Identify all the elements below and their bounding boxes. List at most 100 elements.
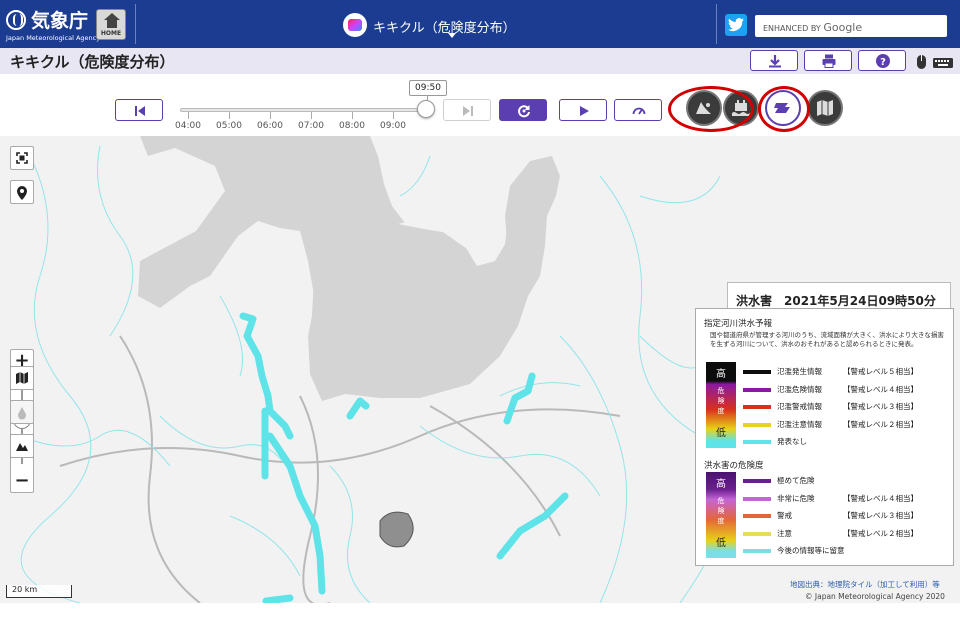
play-button[interactable] (559, 99, 607, 121)
home-label: HOME (100, 30, 122, 37)
legend-panel: 指定河川洪水予報 国や都道府県が管理する河川のうち、流域面積が大きく、洪水により… (695, 308, 954, 566)
base-map-button[interactable] (10, 366, 34, 390)
mountain-icon (16, 443, 28, 451)
time-tick-label: 08:00 (339, 121, 365, 131)
header-divider (135, 4, 136, 44)
legend-label: 氾濫注意情報 (777, 419, 822, 429)
legend-level: 【警戒レベル２相当】 (843, 419, 918, 429)
time-tick-label: 09:00 (380, 121, 406, 131)
print-button[interactable] (804, 50, 852, 71)
legend-label: 注意 (777, 528, 792, 538)
chevron-down-icon (448, 33, 456, 38)
jump-to-start-button[interactable] (115, 99, 163, 121)
legend-level: 【警戒レベル４相当】 (843, 493, 918, 503)
google-logo: Google (823, 21, 863, 34)
time-tick (352, 112, 353, 119)
legend-section1-mid: 危険度 (717, 387, 725, 415)
mouse-keyboard-icon (917, 55, 953, 69)
jma-logo[interactable]: 気象庁 Japan Meteorological Agency (6, 6, 100, 44)
speed-button[interactable] (614, 99, 662, 121)
zoom-out-button[interactable]: − (11, 470, 33, 492)
legend-section2-low: 低 (716, 538, 726, 549)
legend-label: 氾濫発生情報 (777, 367, 822, 376)
play-icon (580, 106, 589, 116)
legend-section2-gradient: 高 危険度 低 (706, 472, 736, 558)
refresh-latest-button[interactable] (499, 99, 547, 121)
svg-text:?: ? (880, 57, 886, 68)
header-divider (716, 4, 717, 44)
google-search-input[interactable]: ENHANCED BY Google (755, 15, 947, 37)
legend-section1-high: 高 (716, 369, 726, 380)
legend-swatch (743, 549, 771, 553)
copyright-text: © Japan Meteorological Agency 2020 (805, 592, 945, 601)
fullscreen-button[interactable] (10, 146, 34, 170)
precipitation-button[interactable] (10, 400, 34, 424)
home-button[interactable]: HOME (96, 9, 126, 40)
input-mode-toggle[interactable] (916, 54, 956, 70)
jma-emblem-icon (6, 10, 26, 30)
legend-swatch (743, 496, 771, 501)
app-root: { "header": { "brand_ja": "気象庁", "brand_… (0, 0, 960, 618)
legend-label: 警戒 (777, 511, 792, 520)
footer-strip (0, 603, 960, 618)
legend-swatch (743, 479, 771, 483)
time-tick-label: 05:00 (216, 121, 242, 131)
legend-label: 極めて危険 (777, 476, 815, 485)
lake (379, 511, 414, 548)
time-tick-label: 06:00 (257, 121, 283, 131)
time-tick (270, 112, 271, 119)
brand-name-ja: 気象庁 (31, 10, 89, 32)
kikikuru-icon (343, 13, 367, 37)
fullscreen-icon (16, 152, 28, 164)
legend-level: 【警戒レベル２相当】 (843, 528, 918, 538)
legend-level: 【警戒レベル３相当】 (843, 402, 918, 411)
map-layer-button[interactable] (807, 90, 843, 126)
legend-section1-low: 低 (716, 428, 726, 439)
search-prefix: ENHANCED BY (763, 24, 821, 33)
top-header: 気象庁 Japan Meteorological Agency HOME キキク… (0, 0, 960, 48)
terrain-button[interactable] (10, 434, 34, 458)
location-pin-icon (17, 186, 27, 200)
download-icon (769, 55, 781, 68)
legend-swatch (743, 440, 771, 444)
download-button[interactable] (750, 50, 798, 71)
skip-forward-icon (463, 106, 473, 116)
legend-section1-title: 指定河川洪水予報 (704, 319, 773, 329)
water-drop-icon (18, 407, 26, 420)
help-button[interactable]: ? (858, 50, 906, 71)
legend-label: 発表なし (777, 437, 807, 446)
legend-section1-gradient: 高 危険度 低 (706, 362, 736, 448)
attribution-link[interactable]: 地図出典：地理院タイル（加工して利用）等 (790, 579, 940, 590)
page-title: キキクル（危険度分布） (10, 53, 175, 71)
time-tick (229, 112, 230, 119)
legend-swatch (743, 405, 771, 409)
legend-label: 氾濫危険情報 (777, 384, 822, 394)
jump-to-end-button[interactable] (443, 99, 491, 121)
highlight-ring-flood (758, 86, 810, 132)
legend-swatch (743, 514, 771, 518)
legend-level: 【警戒レベル５相当】 (843, 367, 918, 376)
highlight-ring-landslide-inundation (668, 86, 754, 132)
legend-label: 今後の情報等に留意 (777, 546, 845, 555)
time-tick (393, 112, 394, 119)
locate-button[interactable] (10, 180, 34, 204)
legend-swatch (743, 422, 771, 427)
scale-bar: 20 km (6, 585, 72, 598)
legend-label: 氾濫警戒情報 (777, 402, 822, 411)
twitter-button[interactable] (725, 14, 747, 36)
refresh-icon (518, 105, 530, 118)
map-layer-icon (817, 100, 833, 116)
legend-section2-mid: 危険度 (717, 497, 725, 525)
speedometer-icon (632, 107, 646, 115)
legend-level: 【警戒レベル４相当】 (843, 384, 918, 394)
print-icon (822, 54, 836, 68)
home-icon (104, 13, 120, 20)
brand-name-en: Japan Meteorological Agency (6, 34, 101, 42)
legend-section2-high: 高 (716, 479, 726, 490)
time-tick-label: 04:00 (175, 121, 201, 131)
time-tick (311, 112, 312, 119)
time-tick-label: 07:00 (298, 121, 324, 131)
time-slider-handle[interactable] (417, 100, 435, 118)
legend-level: 【警戒レベル３相当】 (843, 511, 918, 520)
legend-swatch (743, 531, 771, 536)
